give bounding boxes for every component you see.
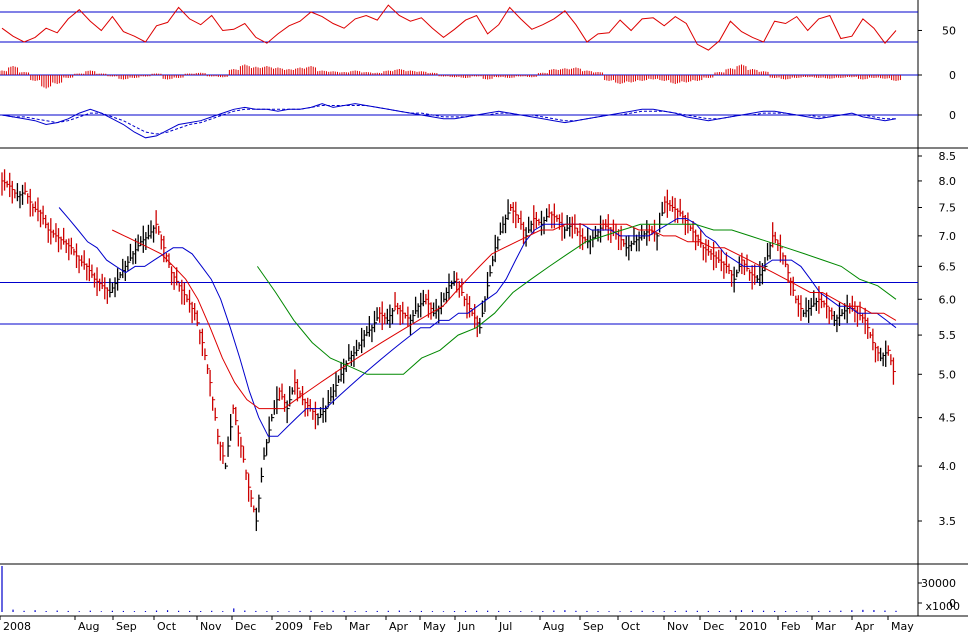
price-tick-4: 5.5 (939, 329, 957, 342)
x-tick-label-9: Apr (389, 620, 409, 632)
x-tick-label-8: Mar (349, 620, 370, 632)
macd-series-line-1 (1, 105, 896, 135)
x-tick-label-13: Aug (543, 620, 564, 632)
x-tick-label-12: Jul (498, 620, 512, 632)
histogram-panel (0, 64, 918, 89)
x-tick-label-14: Sep (583, 620, 604, 632)
x-tick-label-4: Nov (200, 620, 222, 632)
hist-tick-0: 0 (949, 69, 956, 82)
stock-chart: 50 0 0 3.5 4.0 4.5 5.0 5.5 6.0 6.5 7.0 7.5 8.0 8.5 300… (0, 0, 968, 632)
x-tick-label-20: Mar (815, 620, 836, 632)
price-tick-2: 4.5 (939, 412, 957, 425)
x-tick-label-5: Dec (235, 620, 256, 632)
x-tick-label-18: 2010 (739, 620, 767, 632)
x-tick-label-6: 2009 (275, 620, 303, 632)
volume-unit-label: x1000 (925, 600, 960, 613)
price-tick-5: 6.0 (939, 293, 957, 306)
x-tick-label-2: Sep (116, 620, 137, 632)
price-tick-8: 7.5 (939, 201, 957, 214)
x-tick-label-10: May (423, 620, 446, 632)
x-tick-label-21: Apr (855, 620, 875, 632)
x-axis-ticks: 2008 Aug Sep Oct Nov Dec 2009 Feb Mar Apr May Jun Ju… (0, 616, 914, 632)
oscillator-panel (0, 4, 918, 51)
x-tick-label-11: Jun (457, 620, 475, 632)
price-tick-1: 4.0 (939, 460, 957, 473)
x-tick-label-15: Oct (621, 620, 641, 632)
y-axis-ticks: 50 0 0 3.5 4.0 4.5 5.0 5.5 6.0 6.5 7.0 7.5 8.0 8.5 300… (918, 24, 960, 613)
osc-tick-0: 50 (942, 24, 956, 37)
moving-average-line-1 (111, 223, 897, 410)
price-tick-3: 5.0 (939, 368, 957, 381)
x-tick-label-16: Nov (667, 620, 689, 632)
macd-tick-0: 0 (949, 109, 956, 122)
moving-average-line-2 (256, 223, 897, 375)
x-tick-label-3: Oct (157, 620, 177, 632)
macd-panel (0, 103, 918, 139)
x-tick-label-19: Feb (781, 620, 800, 632)
x-tick-label-7: Feb (313, 620, 332, 632)
x-tick-label-22: May (891, 620, 914, 632)
price-tick-0: 3.5 (939, 515, 957, 528)
price-tick-9: 8.0 (939, 175, 957, 188)
macd-series-line-0 (1, 103, 897, 139)
price-tick-10: 8.5 (939, 150, 957, 163)
price-panel (0, 169, 918, 532)
price-tick-6: 6.5 (939, 260, 957, 273)
volume-panel (1, 566, 897, 612)
x-tick-label-1: Aug (78, 620, 99, 632)
x-tick-label-17: Dec (703, 620, 724, 632)
x-tick-label-0: 2008 (3, 620, 31, 632)
volume-tick-0: 30000 (921, 577, 956, 590)
price-tick-7: 7.0 (939, 230, 957, 243)
